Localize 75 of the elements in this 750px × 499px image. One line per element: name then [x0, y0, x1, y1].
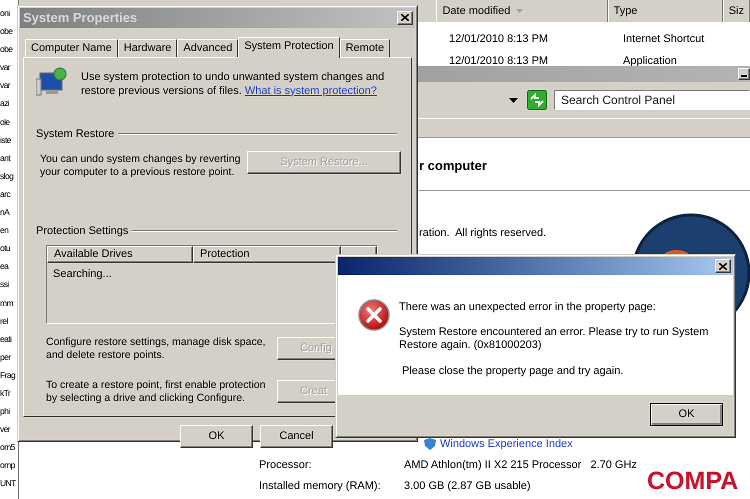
dropdown-arrow-icon[interactable]: [509, 98, 518, 102]
error-message: Please close the property page and try again.: [401, 364, 624, 378]
tab[interactable]: System Protection: [238, 36, 340, 58]
file-name[interactable]: per: [0, 348, 10, 366]
spec-label: Processor:: [259, 458, 313, 473]
file-name[interactable]: ea: [0, 257, 8, 276]
tab[interactable]: Remote: [340, 38, 390, 56]
window-title: System Properties: [23, 9, 138, 27]
tab[interactable]: Hardware: [118, 38, 178, 56]
file-name[interactable]: omp: [0, 456, 15, 474]
file-name[interactable]: phi: [0, 402, 10, 420]
monitor-restore-icon: [36, 66, 68, 96]
restore-text: You can undo system changes by reverting your computer to a previous restore point.: [40, 152, 242, 179]
file-name[interactable]: obe: [0, 40, 12, 58]
file-name[interactable]: en: [0, 221, 8, 240]
file-name[interactable]: iste: [0, 130, 11, 149]
dialog-button[interactable]: OK: [180, 424, 253, 448]
file-name[interactable]: slog: [0, 166, 14, 185]
file-name[interactable]: var: [0, 58, 10, 76]
refresh-icon[interactable]: [527, 90, 547, 110]
file-name[interactable]: om5: [0, 438, 15, 456]
spec-value: 3.00 GB (2.87 GB usable): [404, 478, 532, 494]
date-cell-text: 12/01/2010 8:13 PM: [449, 54, 550, 69]
minimize-button[interactable]: [738, 68, 750, 80]
logo-text: COMPA: [647, 466, 738, 496]
group-title: Protection Settings: [36, 224, 128, 239]
file-name[interactable]: azi: [0, 94, 10, 113]
file-name[interactable]: otu: [0, 239, 10, 258]
experience-index-link[interactable]: Windows Experience Index: [440, 437, 573, 451]
file-name[interactable]: ole: [0, 112, 10, 131]
close-button[interactable]: [715, 259, 731, 273]
file-name[interactable]: rel: [0, 312, 8, 330]
search-field[interactable]: Search Control Panel: [554, 90, 750, 110]
file-name[interactable]: mm: [0, 294, 13, 312]
error-icon: [358, 299, 390, 331]
file-name[interactable]: nA: [0, 203, 10, 222]
column-header[interactable]: Protection: [193, 246, 341, 262]
type-cell-text: Internet Shortcut: [623, 32, 704, 47]
section-heading: r computer: [419, 158, 487, 173]
file-name[interactable]: ssi: [0, 275, 9, 294]
file-name[interactable]: var: [0, 76, 10, 94]
error-message: There was an unexpected error in the property page:: [399, 301, 657, 314]
sort-caret-icon: [516, 9, 524, 13]
intro-text: Use system protection to undo unwanted system changes and restore previous versions of files. What is system protection?: [81, 70, 386, 98]
file-name[interactable]: arc: [0, 184, 10, 204]
error-message: System Restore encountered an error. Please try to run System Restore again. (0x81000203): [399, 326, 710, 352]
file-name[interactable]: UNT: [0, 474, 16, 493]
column-header[interactable]: Available Drives: [47, 246, 193, 262]
close-button[interactable]: [397, 10, 413, 25]
date-cell-text: 12/01/2010 8:13 PM: [449, 32, 550, 47]
dialog-button[interactable]: Cancel: [260, 424, 333, 448]
column-header[interactable]: Date modified: [436, 0, 608, 22]
action-text: To create a restore point, first enable protection by selecting a drive and clicking Configure.: [46, 378, 266, 404]
file-name[interactable]: obe: [0, 22, 12, 40]
file-name[interactable]: oni: [0, 4, 10, 22]
file-name[interactable]: ant: [0, 148, 10, 167]
group-title: System Restore: [36, 126, 114, 142]
file-name[interactable]: Frag: [0, 366, 16, 384]
file-name[interactable]: ver: [0, 420, 10, 438]
spec-label: Installed memory (RAM):: [259, 478, 382, 494]
column-header[interactable]: Type: [608, 0, 723, 22]
close-icon: [719, 262, 727, 270]
action-text: Configure restore settings, manage disk space, and delete restore points.: [46, 336, 266, 362]
type-cell-text: Application: [623, 54, 677, 69]
status-text: Searching...: [52, 266, 113, 282]
file-name[interactable]: eati: [0, 330, 12, 348]
file-name[interactable]: kTr: [0, 384, 10, 402]
help-link[interactable]: What is system protection?: [244, 84, 377, 96]
column-header[interactable]: Siz: [722, 0, 750, 22]
tab[interactable]: Computer Name: [25, 38, 118, 56]
spec-value: AMD Athlon(tm) II X2 215 Processor 2.70 GHz: [404, 458, 637, 473]
tab[interactable]: Advanced: [177, 38, 238, 56]
close-icon: [401, 14, 409, 22]
ok-button[interactable]: OK: [650, 403, 723, 426]
copyright-text: ration. All rights reserved.: [419, 226, 546, 238]
